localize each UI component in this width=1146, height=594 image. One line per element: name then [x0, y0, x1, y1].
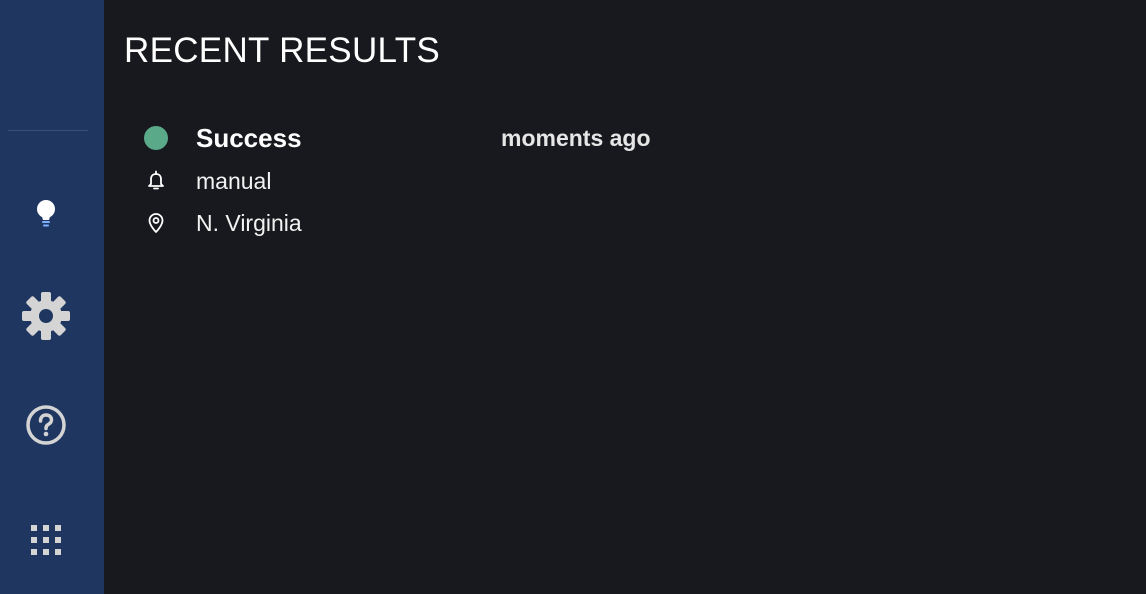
location-row: N. Virginia	[144, 208, 544, 238]
trigger-label: manual	[196, 168, 272, 194]
sidebar-item-help[interactable]	[0, 395, 92, 455]
status-indicator	[144, 126, 168, 150]
bell-icon	[146, 170, 166, 192]
result-item[interactable]: Success moments ago manual N. Virginia	[144, 118, 744, 248]
main-content: RECENT RESULTS Success moments ago manua…	[104, 0, 1146, 594]
lightbulb-icon	[33, 198, 59, 230]
map-pin-icon	[146, 212, 166, 234]
sidebar-item-settings[interactable]	[0, 286, 92, 346]
sidebar	[0, 0, 104, 594]
result-time: moments ago	[501, 125, 651, 151]
trigger-row: manual	[144, 166, 544, 196]
gear-icon	[21, 291, 71, 341]
sidebar-item-apps[interactable]	[0, 510, 92, 570]
grid-icon	[29, 523, 63, 557]
sidebar-item-insights[interactable]	[0, 184, 92, 244]
page-title: RECENT RESULTS	[124, 31, 441, 70]
app-window: RECENT RESULTS Success moments ago manua…	[0, 0, 1146, 594]
location-label: N. Virginia	[196, 210, 302, 236]
question-circle-icon	[25, 404, 67, 446]
sidebar-divider	[8, 130, 88, 131]
status-label: Success	[196, 123, 302, 153]
